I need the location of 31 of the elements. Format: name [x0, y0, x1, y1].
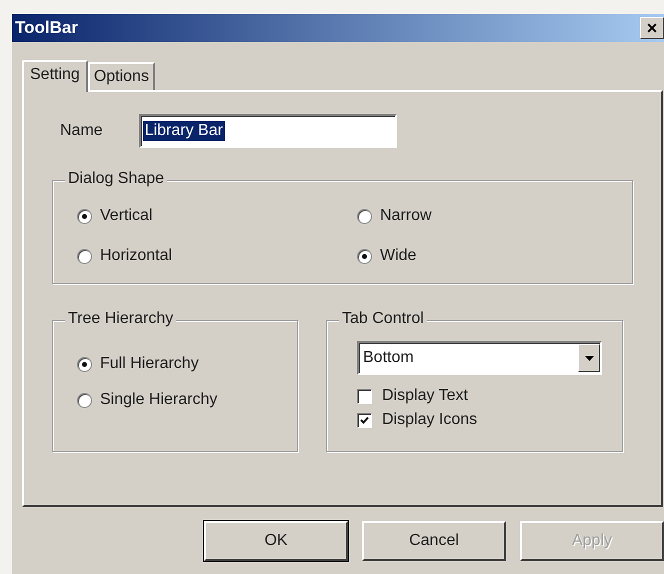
- radio-label: Vertical: [100, 207, 152, 225]
- dialog-button[interactable]: Cancel: [362, 521, 506, 561]
- group-title: Dialog Shape: [65, 170, 168, 188]
- caret-icon[interactable]: [584, 356, 594, 360]
- window-title: ToolBar: [15, 18, 78, 38]
- radio-button[interactable]: [77, 248, 92, 264]
- group-title: Tree Hierarchy: [65, 310, 176, 328]
- tab[interactable]: Setting: [22, 60, 88, 92]
- tab[interactable]: Options: [88, 62, 155, 90]
- dialog-button[interactable]: OK: [204, 521, 348, 561]
- radio-label: Narrow: [380, 207, 432, 225]
- checkbox-label: Display Icons: [382, 411, 478, 429]
- field-label: Name: [60, 122, 103, 140]
- radio-label: Single Hierarchy: [100, 391, 218, 409]
- checkbox[interactable]: [357, 388, 372, 404]
- name-field[interactable]: Library Bar: [138, 114, 397, 148]
- check-icon: [360, 416, 369, 424]
- radio-button[interactable]: [357, 248, 372, 264]
- radio-button[interactable]: [77, 208, 92, 224]
- radio-label: Horizontal: [100, 247, 172, 265]
- checkbox[interactable]: [357, 412, 372, 428]
- radio-label: Wide: [380, 247, 416, 265]
- radio-button[interactable]: [77, 392, 92, 408]
- radio-button[interactable]: [357, 208, 372, 224]
- dropdown-value: Bottom: [363, 349, 414, 367]
- close-button[interactable]: ×: [640, 17, 664, 39]
- radio-label: Full Hierarchy: [100, 355, 199, 373]
- field-value: Library Bar: [142, 121, 225, 141]
- dropdown[interactable]: Bottom: [357, 341, 602, 375]
- radio-button[interactable]: [77, 356, 92, 372]
- checkbox-label: Display Text: [382, 387, 468, 405]
